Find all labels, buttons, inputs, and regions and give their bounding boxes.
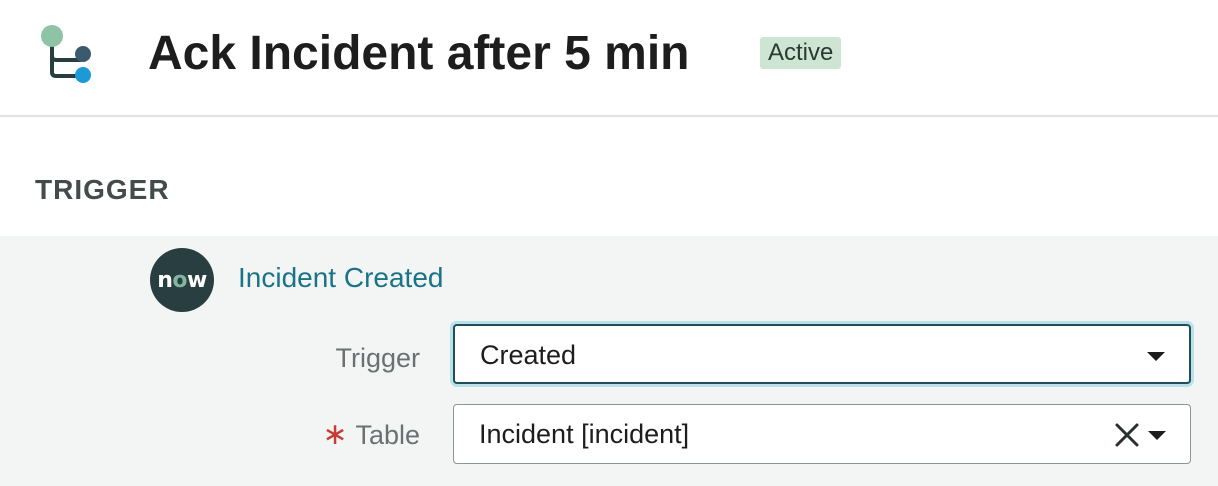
table-field-label: ∗ Table — [322, 418, 420, 451]
chevron-down-icon[interactable] — [1148, 431, 1166, 440]
servicenow-logo: now — [150, 248, 214, 312]
trigger-select-value: Created — [480, 340, 577, 370]
trigger-select[interactable]: Created — [453, 324, 1191, 384]
table-select-value: Incident [incident] — [479, 419, 690, 449]
servicenow-logo-text: now — [157, 267, 207, 293]
chevron-down-icon[interactable] — [1147, 352, 1165, 361]
trigger-field-label: Trigger — [335, 343, 420, 373]
status-badge: Active — [760, 37, 842, 69]
flow-branch-icon — [41, 25, 91, 83]
close-icon[interactable] — [1114, 422, 1140, 448]
trigger-panel: now Incident Created Trigger Created ∗ Ta… — [0, 236, 1218, 486]
required-icon: ∗ — [322, 418, 348, 451]
flow-header: Ack Incident after 5 min Active — [0, 0, 1218, 117]
section-heading-trigger: TRIGGER — [35, 174, 170, 205]
table-select[interactable]: Incident [incident] — [453, 404, 1191, 464]
page-title: Ack Incident after 5 min — [148, 27, 690, 80]
trigger-name-link[interactable]: Incident Created — [238, 260, 443, 296]
